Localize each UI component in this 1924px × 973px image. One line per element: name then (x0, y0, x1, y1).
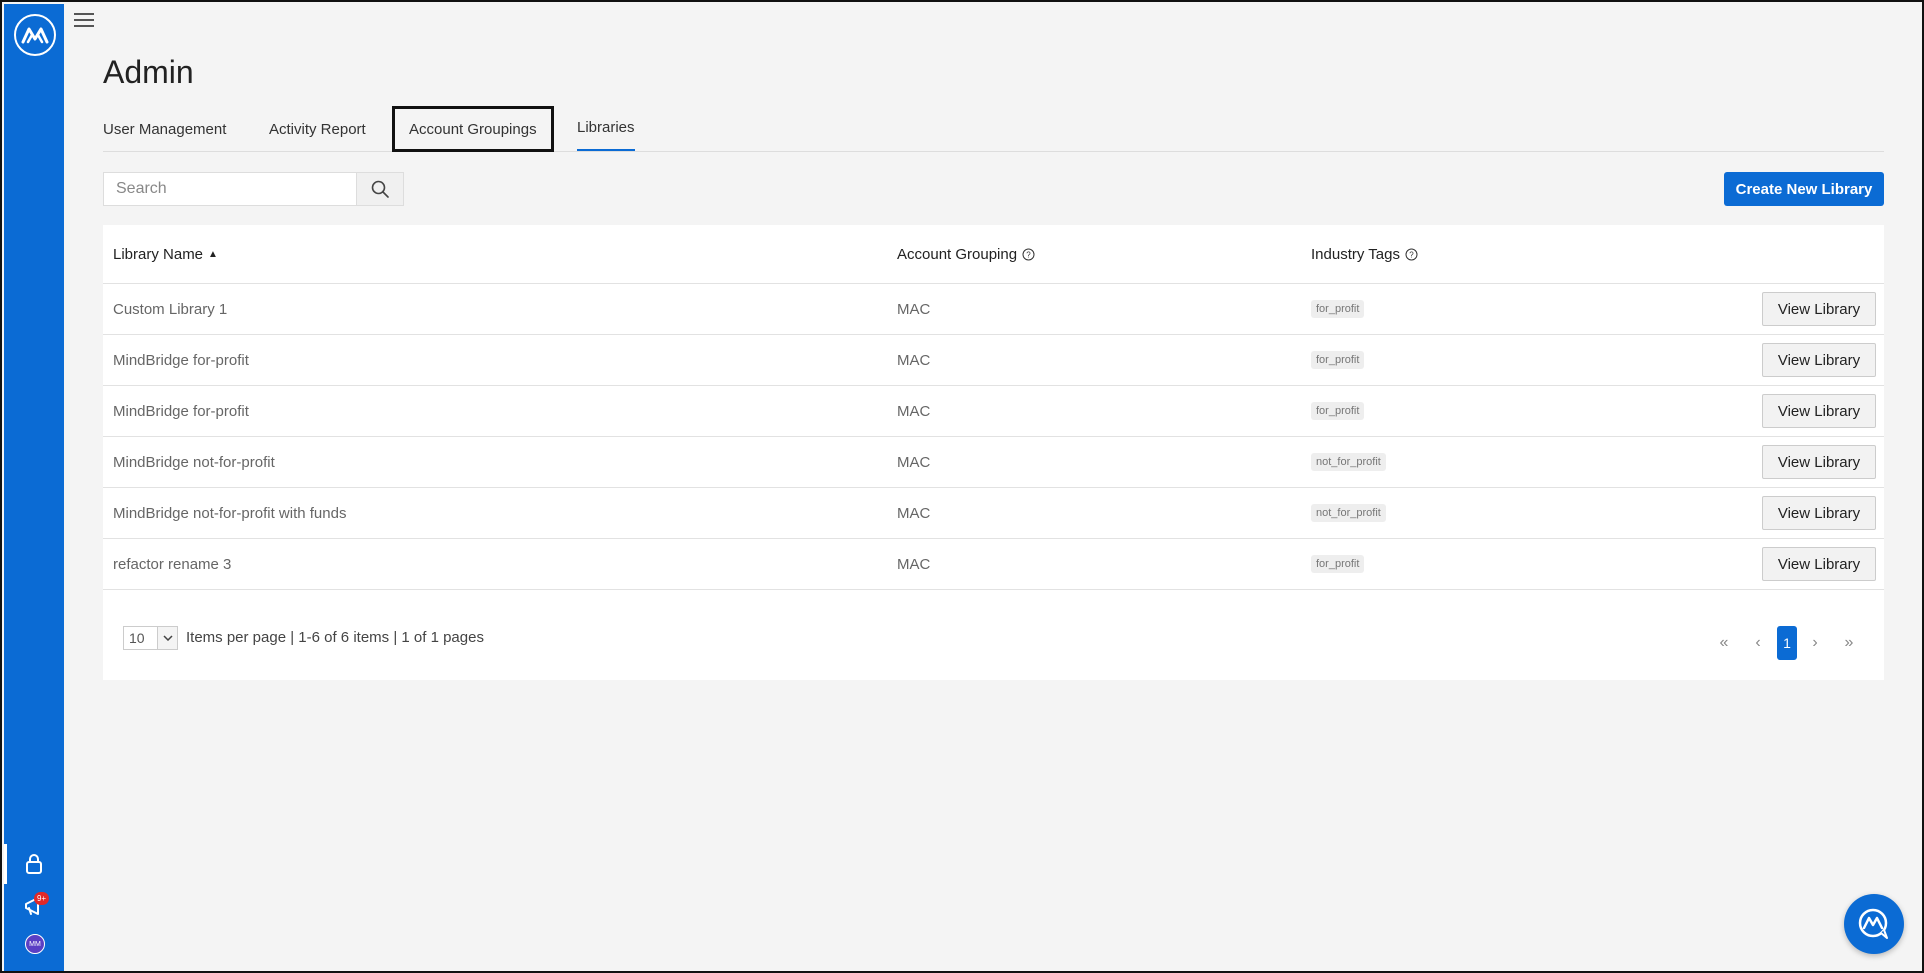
table-row: MindBridge for-profit MAC for_profit Vie… (103, 386, 1884, 437)
library-name-cell: MindBridge not-for-profit with funds (113, 504, 347, 522)
table-row: refactor rename 3 MAC for_profit View Li… (103, 539, 1884, 590)
industry-tag: not_for_profit (1311, 453, 1386, 471)
pagination: 10 Items per page | 1-6 of 6 items | 1 o… (103, 590, 1884, 680)
library-name-cell: refactor rename 3 (113, 555, 232, 573)
tab-activity-report[interactable]: Activity Report (269, 106, 366, 152)
account-grouping-cell: MAC (897, 504, 931, 522)
help-icon[interactable]: ? (1022, 248, 1035, 261)
mindbridge-logo-icon[interactable] (14, 14, 56, 56)
table-row: Custom Library 1 MAC for_profit View Lib… (103, 284, 1884, 335)
page-title: Admin (103, 54, 194, 90)
help-icon[interactable]: ? (1405, 248, 1418, 261)
account-grouping-cell: MAC (897, 300, 931, 318)
library-name-cell: MindBridge not-for-profit (113, 453, 275, 471)
search-icon (371, 180, 389, 198)
column-header-library-name[interactable]: Library Name ▲ (113, 225, 218, 284)
pager-info: Items per page | 1-6 of 6 items | 1 of 1… (186, 629, 484, 646)
items-per-page-select[interactable]: 10 (123, 626, 178, 650)
account-grouping-cell: MAC (897, 453, 931, 471)
view-library-button[interactable]: View Library (1762, 496, 1876, 530)
view-library-button[interactable]: View Library (1762, 445, 1876, 479)
libraries-table: Library Name ▲ Account Grouping ? Indust… (103, 225, 1884, 680)
table-row: MindBridge not-for-profit with funds MAC… (103, 488, 1884, 539)
admin-tabs: User Management Activity Report Account … (103, 106, 1884, 152)
left-rail: 9+ MM (4, 4, 64, 971)
column-header-label: Library Name (113, 246, 204, 263)
search-button[interactable] (356, 173, 403, 205)
last-page-button[interactable]: » (1839, 626, 1859, 660)
library-name-cell: MindBridge for-profit (113, 351, 249, 369)
view-library-button[interactable]: View Library (1762, 343, 1876, 377)
page-button-current[interactable]: 1 (1777, 626, 1797, 660)
lock-icon[interactable] (22, 852, 46, 876)
chat-assistant-button[interactable] (1844, 894, 1904, 954)
industry-tag: for_profit (1311, 402, 1365, 420)
items-per-page-value: 10 (129, 630, 145, 646)
app-window: 9+ MM Admin User Management Activity Rep… (0, 0, 1924, 973)
account-grouping-cell: MAC (897, 351, 931, 369)
view-library-button[interactable]: View Library (1762, 547, 1876, 581)
search-box (103, 172, 404, 206)
industry-tag: not_for_profit (1311, 504, 1386, 522)
column-header-label: Account Grouping (897, 246, 1018, 263)
view-library-button[interactable]: View Library (1762, 292, 1876, 326)
avatar[interactable]: MM (25, 934, 45, 954)
library-name-cell: MindBridge for-profit (113, 402, 249, 420)
column-header-label: Industry Tags (1311, 246, 1400, 263)
table-row: MindBridge not-for-profit MAC not_for_pr… (103, 437, 1884, 488)
column-header-industry-tags: Industry Tags ? (1311, 225, 1418, 284)
first-page-button[interactable]: « (1714, 626, 1734, 660)
hamburger-menu-icon[interactable] (74, 12, 94, 28)
column-header-account-grouping: Account Grouping ? (897, 225, 1035, 284)
tab-account-groupings[interactable]: Account Groupings (392, 106, 554, 152)
prev-page-button[interactable]: ‹ (1748, 626, 1768, 660)
library-name-cell: Custom Library 1 (113, 300, 228, 318)
notification-badge: 9+ (34, 892, 49, 905)
industry-tag: for_profit (1311, 351, 1365, 369)
account-grouping-cell: MAC (897, 555, 931, 573)
create-new-library-button[interactable]: Create New Library (1724, 172, 1884, 206)
sort-ascending-icon: ▲ (208, 249, 218, 260)
view-library-button[interactable]: View Library (1762, 394, 1876, 428)
rail-active-marker (4, 844, 7, 884)
tab-libraries[interactable]: Libraries (577, 106, 635, 151)
chat-icon (1858, 908, 1888, 939)
tab-user-management[interactable]: User Management (103, 106, 226, 152)
svg-text:?: ? (1026, 251, 1031, 260)
table-row: MindBridge for-profit MAC for_profit Vie… (103, 335, 1884, 386)
industry-tag: for_profit (1311, 300, 1365, 318)
account-grouping-cell: MAC (897, 402, 931, 420)
svg-text:?: ? (1409, 251, 1414, 260)
search-input[interactable] (104, 173, 357, 205)
next-page-button[interactable]: › (1805, 626, 1825, 660)
table-header: Library Name ▲ Account Grouping ? Indust… (103, 225, 1884, 284)
industry-tag: for_profit (1311, 555, 1365, 573)
chevron-down-icon (157, 627, 177, 649)
